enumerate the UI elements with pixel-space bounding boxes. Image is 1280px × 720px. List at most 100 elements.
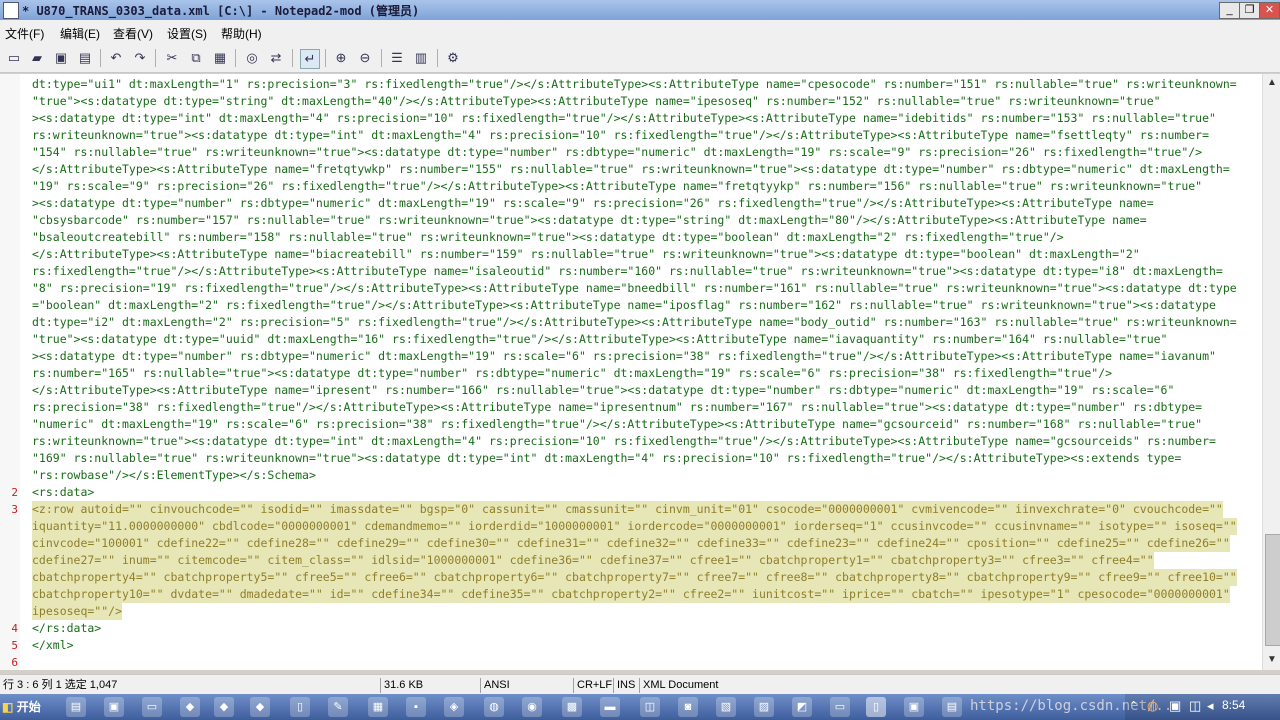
code-line[interactable]: <rs:data>	[32, 484, 94, 501]
selected-code-line[interactable]: cbatchproperty10="" dvdate="" dmadedate=…	[32, 586, 1230, 603]
tray-expand-icon[interactable]: ⌃	[1129, 699, 1138, 712]
scroll-up-icon[interactable]: ▲	[1264, 75, 1280, 91]
code-line[interactable]: rs:precision="38" rs:fixedlength="true"/…	[32, 399, 1202, 416]
close-button[interactable]: ✕	[1259, 2, 1280, 19]
code-line[interactable]: "cbsysbarcode" rs:number="157" rs:nullab…	[32, 212, 1147, 229]
cmd-icon[interactable]: ▪	[406, 697, 426, 717]
code-line[interactable]: "8" rs:precision="19" rs:fixedlength="tr…	[32, 280, 1237, 297]
taskbar-app-icon[interactable]: ◙	[678, 697, 698, 717]
code-line[interactable]: "true"><s:datatype dt:type="uuid" dt:max…	[32, 331, 1167, 348]
visualstudio-icon[interactable]: ◆	[250, 697, 270, 717]
selected-code-line[interactable]: iquantity="11.0000000000" cbdlcode="0000…	[32, 518, 1237, 535]
menu-file[interactable]: 文件(F)	[5, 25, 44, 42]
notepad-active-icon[interactable]: ▯	[866, 697, 886, 717]
code-line[interactable]: dt:type="ui1" dt:maxLength="1" rs:precis…	[32, 76, 1237, 93]
search-icon[interactable]: ◍	[484, 697, 504, 717]
taskbar-clock[interactable]: 8:54	[1222, 698, 1245, 712]
code-line[interactable]: rs:writeunknown="true"><s:datatype dt:ty…	[32, 433, 1216, 450]
taskbar-app-icon[interactable]: ◈	[444, 697, 464, 717]
taskbar-app-icon[interactable]: ▤	[66, 697, 86, 717]
taskbar-app-icon[interactable]: ▯	[290, 697, 310, 717]
menu-settings[interactable]: 设置(S)	[167, 25, 207, 42]
new-icon[interactable]: ▭	[5, 49, 23, 67]
code-line[interactable]: rs:number="165" rs:nullable="true"><s:da…	[32, 365, 1112, 382]
undo-icon[interactable]: ↶	[107, 49, 125, 67]
code-line[interactable]: rs:fixedlength="true"/></s:AttributeType…	[32, 263, 1223, 280]
selected-code-line[interactable]: <z:row autoid="" cinvouchcode="" isodid=…	[32, 501, 1223, 518]
selected-code-line[interactable]: cdefine27="" inum="" citemcode="" citem_…	[32, 552, 1154, 569]
saveas-icon[interactable]: ▤	[76, 49, 94, 67]
code-line[interactable]: </s:AttributeType><s:AttributeType name=…	[32, 382, 1174, 399]
code-line[interactable]: ><s:datatype dt:type="number" rs:dbtype=…	[32, 195, 1154, 212]
tray-ime-icon[interactable]: ▣	[1169, 698, 1181, 714]
minimize-button[interactable]: _	[1219, 2, 1240, 19]
save-taskbar-icon[interactable]: ▣	[904, 697, 924, 717]
menu-help[interactable]: 帮助(H)	[221, 25, 262, 42]
copy-icon[interactable]: ⧉	[187, 49, 205, 67]
visualstudio-icon[interactable]: ◆	[180, 697, 200, 717]
code-line[interactable]: "154" rs:nullable="true" rs:writeunknown…	[32, 144, 1202, 161]
find-icon[interactable]: ◎	[243, 49, 261, 67]
selected-code-line[interactable]: cbatchproperty4="" cbatchproperty5="" cf…	[32, 569, 1237, 586]
code-line[interactable]: </s:AttributeType><s:AttributeType name=…	[32, 161, 1230, 178]
settings-icon[interactable]: ⚙	[444, 49, 462, 67]
selected-code-line[interactable]: cinvcode="100001" cdefine22="" cdefine28…	[32, 535, 1230, 552]
taskbar-app-icon[interactable]: ▧	[716, 697, 736, 717]
taskbar-app-icon[interactable]: ▩	[562, 697, 582, 717]
visualstudio-icon[interactable]: ◆	[214, 697, 234, 717]
notepad-taskbar-icon[interactable]: ✎	[328, 697, 348, 717]
replace-icon[interactable]: ⇄	[267, 49, 285, 67]
code-line[interactable]: ><s:datatype dt:type="number" rs:dbtype=…	[32, 348, 1216, 365]
status-scheme[interactable]: XML Document	[639, 678, 763, 693]
code-line[interactable]: dt:type="i2" dt:maxLength="2" rs:precisi…	[32, 314, 1237, 331]
maximize-button[interactable]: ❐	[1239, 2, 1260, 19]
zoomout-icon[interactable]: ⊖	[356, 49, 374, 67]
status-encoding[interactable]: ANSI	[480, 678, 572, 693]
printer-icon[interactable]: ▤	[942, 697, 962, 717]
taskbar-app-icon[interactable]: ◫	[640, 697, 660, 717]
taskbar-app-icon[interactable]: ▨	[754, 697, 774, 717]
vertical-scrollbar[interactable]: ▲ ▼	[1262, 74, 1280, 670]
tray-search-icon[interactable]: ◍	[1147, 698, 1158, 714]
linenumbers-icon[interactable]: ☰	[388, 49, 406, 67]
taskbar-app-icon[interactable]: ▭	[830, 697, 850, 717]
code-line[interactable]: </xml>	[32, 637, 74, 654]
taskbar: ◧ 开始 ▤ ▣ ▭ ◆ ◆ ◆ ▯ ✎ ▦ ▪ ◈ ◍ ◉ ▩ ▬ ◫ ◙ ▧…	[0, 694, 1280, 720]
zoomin-icon[interactable]: ⊕	[332, 49, 350, 67]
code-line[interactable]: ><s:datatype dt:type="int" dt:maxLength=…	[32, 110, 1216, 127]
code-line[interactable]: "bsaleoutcreatebill" rs:number="158" rs:…	[32, 229, 1064, 246]
save-icon[interactable]: ▣	[52, 49, 70, 67]
text-editor[interactable]: dt:type="ui1" dt:maxLength="1" rs:precis…	[0, 74, 1262, 670]
paste-icon[interactable]: ▦	[211, 49, 229, 67]
code-line[interactable]: rs:writeunknown="true"><s:datatype dt:ty…	[32, 127, 1209, 144]
code-line[interactable]: </s:AttributeType><s:AttributeType name=…	[32, 246, 1140, 263]
taskbar-app-icon[interactable]: ▭	[142, 697, 162, 717]
selmargin-icon[interactable]: ▥	[412, 49, 430, 67]
taskbar-app-icon[interactable]: ◩	[792, 697, 812, 717]
code-line[interactable]: "19" rs:scale="9" rs:precision="26" rs:f…	[32, 178, 1202, 195]
scroll-thumb[interactable]	[1265, 534, 1280, 646]
code-line[interactable]: "true"><s:datatype dt:type="string" dt:m…	[32, 93, 1161, 110]
taskbar-app-icon[interactable]: ◉	[522, 697, 542, 717]
taskbar-app-icon[interactable]: ▣	[104, 697, 124, 717]
code-line[interactable]: ="boolean" dt:maxLength="2" rs:fixedleng…	[32, 297, 1216, 314]
tray-volume-icon[interactable]: ◂	[1207, 698, 1214, 714]
start-button[interactable]: ◧ 开始	[2, 696, 50, 718]
wordwrap-icon[interactable]: ↵	[300, 49, 320, 69]
code-line[interactable]: "169" rs:nullable="true" rs:writeunknown…	[32, 450, 1181, 467]
code-line[interactable]: "numeric" dt:maxLength="19" rs:scale="6"…	[32, 416, 1202, 433]
code-line[interactable]: "rs:rowbase"/></s:ElementType></s:Schema…	[32, 467, 316, 484]
folder-icon[interactable]: ▬	[600, 697, 620, 717]
taskbar-app-icon[interactable]: ▦	[368, 697, 388, 717]
menu-edit[interactable]: 编辑(E)	[60, 25, 100, 42]
cut-icon[interactable]: ✂	[163, 49, 181, 67]
scroll-down-icon[interactable]: ▼	[1264, 652, 1280, 668]
tray-network-icon[interactable]: ◫	[1189, 698, 1201, 714]
code-line[interactable]: </rs:data>	[32, 620, 101, 637]
selected-code-line[interactable]: ipesoseq=""/>	[32, 603, 123, 620]
status-eol[interactable]: CR+LF	[573, 678, 613, 693]
fold-margin[interactable]	[20, 74, 30, 670]
redo-icon[interactable]: ↷	[131, 49, 149, 67]
menu-view[interactable]: 查看(V)	[113, 25, 153, 42]
open-icon[interactable]: ▰	[28, 49, 46, 67]
